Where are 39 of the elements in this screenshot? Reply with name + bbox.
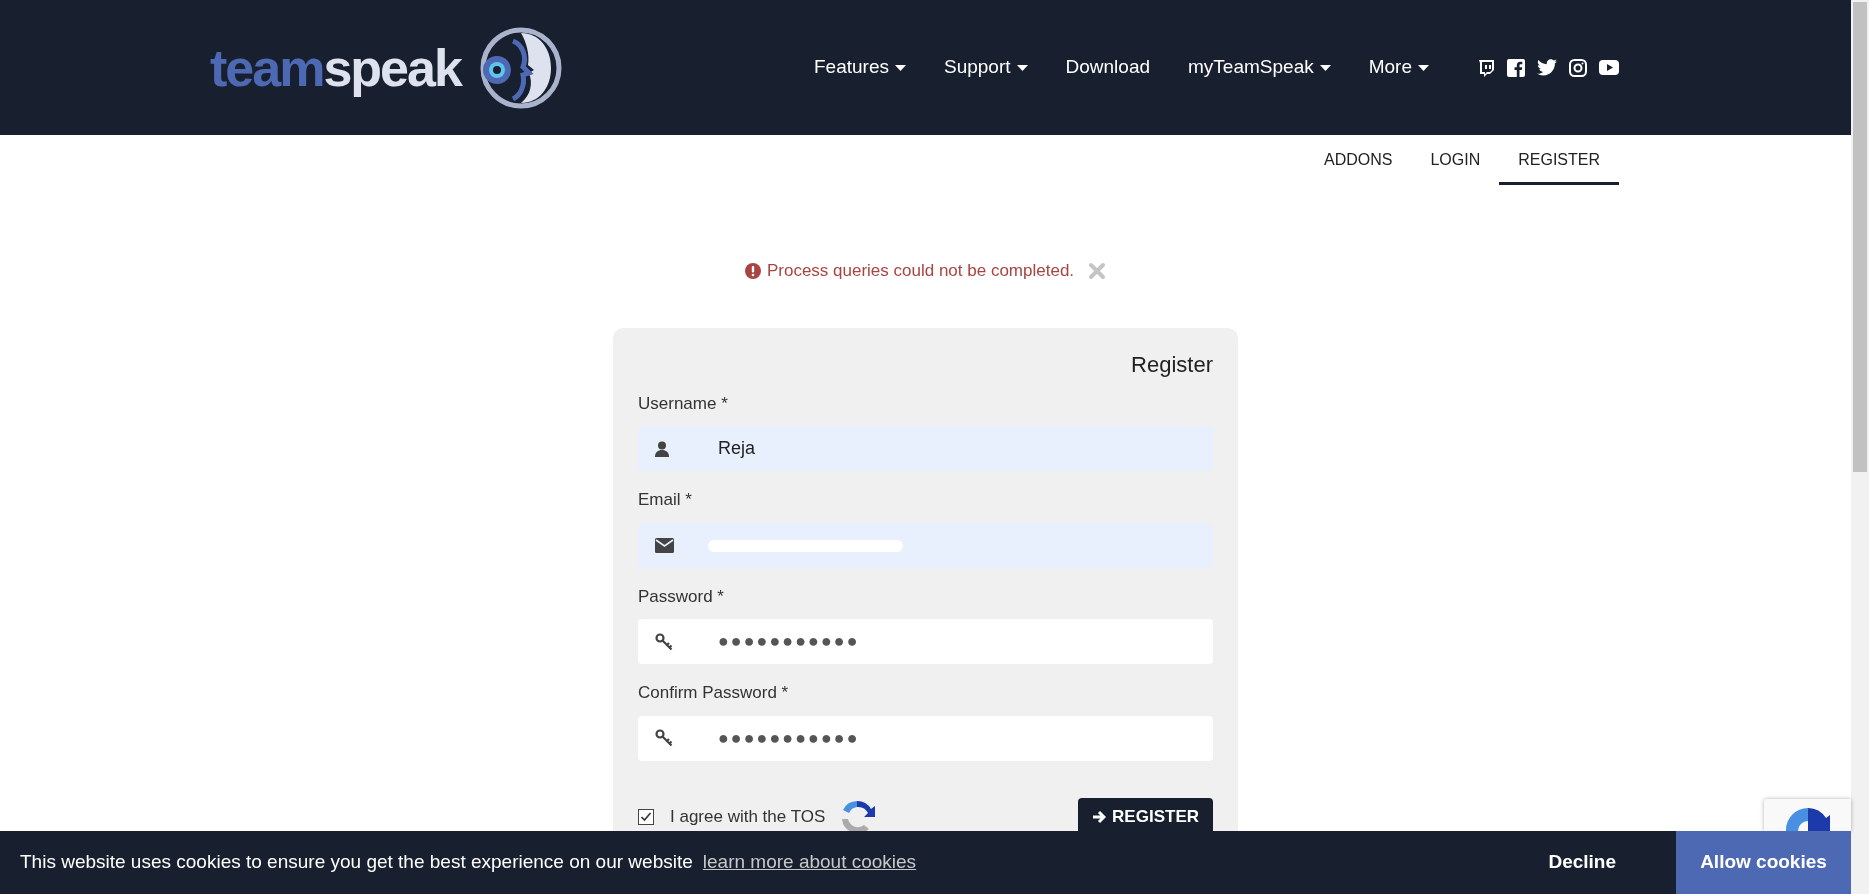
nav-link[interactable]: More bbox=[1368, 53, 1429, 82]
scrollbar[interactable] bbox=[1851, 0, 1869, 894]
nav-link[interactable]: Features bbox=[814, 53, 906, 82]
cookie-message: This website uses cookies to ensure you get the best experience on our website bbox=[20, 850, 693, 875]
key-icon bbox=[655, 632, 673, 651]
scrollbar-thumb[interactable] bbox=[1853, 2, 1867, 472]
nav-tab[interactable]: LOGIN bbox=[1411, 135, 1500, 185]
tos-checkbox[interactable] bbox=[638, 808, 654, 825]
input-field[interactable]: ●●●●●●●●●●● bbox=[638, 619, 1213, 664]
nav-tab[interactable]: ADDONS bbox=[1304, 135, 1412, 185]
field-label: Password * bbox=[638, 585, 725, 608]
youtube-icon[interactable] bbox=[1599, 60, 1619, 75]
teamspeak-logo[interactable]: teamspeak bbox=[210, 22, 563, 113]
input-field[interactable]: Reja bbox=[638, 426, 1213, 471]
allow-cookies-button[interactable]: Allow cookies bbox=[1676, 831, 1851, 894]
error-icon bbox=[744, 262, 761, 279]
decline-button[interactable]: Decline bbox=[1528, 848, 1636, 877]
user-icon bbox=[655, 440, 669, 457]
nav-link[interactable]: Download bbox=[1065, 53, 1151, 82]
field-label: Username * bbox=[638, 392, 729, 415]
arrow-icon bbox=[1092, 809, 1107, 824]
recaptcha-badge[interactable] bbox=[1764, 799, 1851, 831]
input-field[interactable] bbox=[638, 522, 1213, 568]
error-message: Process queries could not be completed. bbox=[766, 260, 1075, 282]
twitter-icon[interactable] bbox=[1537, 59, 1557, 76]
input-field[interactable]: ●●●●●●●●●●● bbox=[638, 715, 1213, 761]
instagram-icon[interactable] bbox=[1569, 58, 1587, 77]
nav-link[interactable]: myTeamSpeak bbox=[1188, 53, 1331, 82]
cookie-link[interactable]: learn more about cookies bbox=[702, 848, 917, 877]
tos-label: I agree with the TOS bbox=[670, 805, 826, 828]
nav-link[interactable]: Support bbox=[944, 53, 1028, 82]
recaptcha-icon bbox=[1785, 808, 1830, 831]
twitch-icon[interactable] bbox=[1477, 58, 1495, 77]
nav-tab[interactable]: REGISTER bbox=[1499, 135, 1619, 185]
field-label: Confirm Password * bbox=[638, 682, 790, 704]
key-icon bbox=[655, 729, 673, 747]
form-title: Register bbox=[1131, 350, 1213, 379]
facebook-icon[interactable] bbox=[1507, 58, 1525, 77]
field-label: Email * bbox=[638, 489, 693, 511]
